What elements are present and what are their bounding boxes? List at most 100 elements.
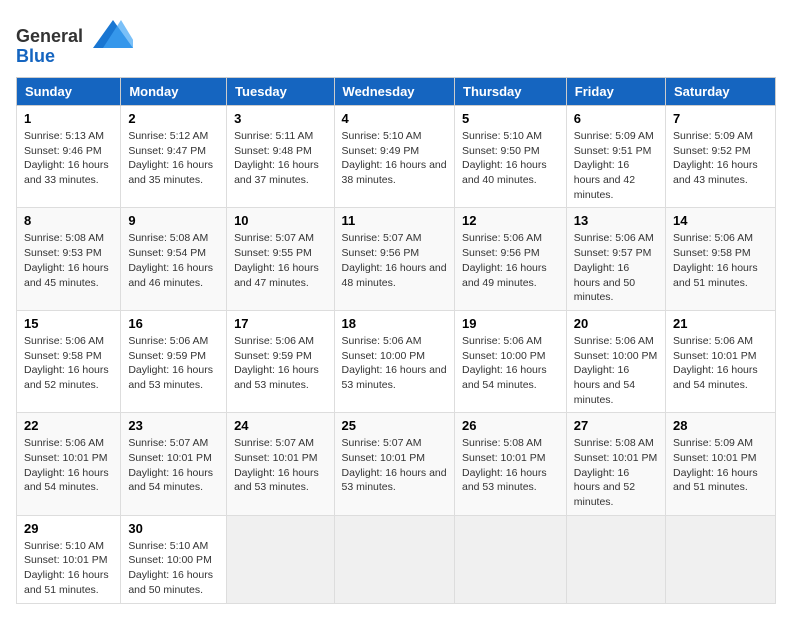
day-number: 6	[574, 111, 658, 126]
table-row: 2 Sunrise: 5:12 AM Sunset: 9:47 PM Dayli…	[121, 106, 227, 208]
day-number: 24	[234, 418, 326, 433]
table-row: 7 Sunrise: 5:09 AM Sunset: 9:52 PM Dayli…	[666, 106, 776, 208]
table-row: 5 Sunrise: 5:10 AM Sunset: 9:50 PM Dayli…	[455, 106, 567, 208]
table-row	[227, 515, 334, 603]
day-number: 26	[462, 418, 559, 433]
calendar-table: Sunday Monday Tuesday Wednesday Thursday…	[16, 77, 776, 604]
day-number: 30	[128, 521, 219, 536]
day-detail: Sunrise: 5:09 AM Sunset: 10:01 PM Daylig…	[673, 436, 768, 495]
calendar-week-row: 8 Sunrise: 5:08 AM Sunset: 9:53 PM Dayli…	[17, 208, 776, 310]
day-detail: Sunrise: 5:06 AM Sunset: 10:01 PM Daylig…	[673, 334, 768, 393]
header-friday: Friday	[566, 78, 665, 106]
table-row: 6 Sunrise: 5:09 AM Sunset: 9:51 PM Dayli…	[566, 106, 665, 208]
table-row: 9 Sunrise: 5:08 AM Sunset: 9:54 PM Dayli…	[121, 208, 227, 310]
table-row: 18 Sunrise: 5:06 AM Sunset: 10:00 PM Day…	[334, 310, 454, 412]
logo-icon	[83, 16, 133, 56]
day-detail: Sunrise: 5:07 AM Sunset: 10:01 PM Daylig…	[128, 436, 219, 495]
calendar-week-row: 22 Sunrise: 5:06 AM Sunset: 10:01 PM Day…	[17, 413, 776, 515]
table-row: 24 Sunrise: 5:07 AM Sunset: 10:01 PM Day…	[227, 413, 334, 515]
day-number: 28	[673, 418, 768, 433]
day-number: 20	[574, 316, 658, 331]
day-detail: Sunrise: 5:07 AM Sunset: 10:01 PM Daylig…	[342, 436, 447, 495]
day-detail: Sunrise: 5:07 AM Sunset: 10:01 PM Daylig…	[234, 436, 326, 495]
day-number: 7	[673, 111, 768, 126]
day-number: 9	[128, 213, 219, 228]
header-thursday: Thursday	[455, 78, 567, 106]
day-detail: Sunrise: 5:06 AM Sunset: 10:00 PM Daylig…	[574, 334, 658, 407]
table-row: 13 Sunrise: 5:06 AM Sunset: 9:57 PM Dayl…	[566, 208, 665, 310]
day-detail: Sunrise: 5:08 AM Sunset: 9:53 PM Dayligh…	[24, 231, 113, 290]
table-row: 12 Sunrise: 5:06 AM Sunset: 9:56 PM Dayl…	[455, 208, 567, 310]
table-row: 16 Sunrise: 5:06 AM Sunset: 9:59 PM Dayl…	[121, 310, 227, 412]
table-row: 23 Sunrise: 5:07 AM Sunset: 10:01 PM Day…	[121, 413, 227, 515]
table-row: 15 Sunrise: 5:06 AM Sunset: 9:58 PM Dayl…	[17, 310, 121, 412]
header-sunday: Sunday	[17, 78, 121, 106]
day-detail: Sunrise: 5:09 AM Sunset: 9:52 PM Dayligh…	[673, 129, 768, 188]
day-detail: Sunrise: 5:06 AM Sunset: 10:01 PM Daylig…	[24, 436, 113, 495]
day-detail: Sunrise: 5:10 AM Sunset: 9:49 PM Dayligh…	[342, 129, 447, 188]
day-number: 13	[574, 213, 658, 228]
table-row	[566, 515, 665, 603]
day-number: 27	[574, 418, 658, 433]
day-detail: Sunrise: 5:13 AM Sunset: 9:46 PM Dayligh…	[24, 129, 113, 188]
day-detail: Sunrise: 5:08 AM Sunset: 10:01 PM Daylig…	[462, 436, 559, 495]
day-detail: Sunrise: 5:09 AM Sunset: 9:51 PM Dayligh…	[574, 129, 658, 202]
table-row: 14 Sunrise: 5:06 AM Sunset: 9:58 PM Dayl…	[666, 208, 776, 310]
day-number: 10	[234, 213, 326, 228]
weekday-header-row: Sunday Monday Tuesday Wednesday Thursday…	[17, 78, 776, 106]
logo-blue-text: Blue	[16, 46, 55, 67]
day-detail: Sunrise: 5:08 AM Sunset: 9:54 PM Dayligh…	[128, 231, 219, 290]
header-tuesday: Tuesday	[227, 78, 334, 106]
day-detail: Sunrise: 5:10 AM Sunset: 10:01 PM Daylig…	[24, 539, 113, 598]
logo: General Blue	[16, 16, 133, 67]
day-detail: Sunrise: 5:06 AM Sunset: 9:58 PM Dayligh…	[673, 231, 768, 290]
day-number: 25	[342, 418, 447, 433]
calendar-week-row: 15 Sunrise: 5:06 AM Sunset: 9:58 PM Dayl…	[17, 310, 776, 412]
day-number: 11	[342, 213, 447, 228]
day-number: 15	[24, 316, 113, 331]
day-detail: Sunrise: 5:06 AM Sunset: 9:58 PM Dayligh…	[24, 334, 113, 393]
table-row: 4 Sunrise: 5:10 AM Sunset: 9:49 PM Dayli…	[334, 106, 454, 208]
day-detail: Sunrise: 5:10 AM Sunset: 9:50 PM Dayligh…	[462, 129, 559, 188]
day-number: 3	[234, 111, 326, 126]
table-row: 27 Sunrise: 5:08 AM Sunset: 10:01 PM Day…	[566, 413, 665, 515]
table-row: 11 Sunrise: 5:07 AM Sunset: 9:56 PM Dayl…	[334, 208, 454, 310]
table-row: 17 Sunrise: 5:06 AM Sunset: 9:59 PM Dayl…	[227, 310, 334, 412]
day-detail: Sunrise: 5:08 AM Sunset: 10:01 PM Daylig…	[574, 436, 658, 509]
day-number: 1	[24, 111, 113, 126]
day-number: 21	[673, 316, 768, 331]
day-detail: Sunrise: 5:07 AM Sunset: 9:55 PM Dayligh…	[234, 231, 326, 290]
day-detail: Sunrise: 5:06 AM Sunset: 9:59 PM Dayligh…	[128, 334, 219, 393]
table-row: 29 Sunrise: 5:10 AM Sunset: 10:01 PM Day…	[17, 515, 121, 603]
header-wednesday: Wednesday	[334, 78, 454, 106]
table-row: 8 Sunrise: 5:08 AM Sunset: 9:53 PM Dayli…	[17, 208, 121, 310]
table-row	[334, 515, 454, 603]
table-row: 22 Sunrise: 5:06 AM Sunset: 10:01 PM Day…	[17, 413, 121, 515]
day-number: 2	[128, 111, 219, 126]
day-number: 4	[342, 111, 447, 126]
calendar-week-row: 29 Sunrise: 5:10 AM Sunset: 10:01 PM Day…	[17, 515, 776, 603]
day-number: 29	[24, 521, 113, 536]
table-row: 10 Sunrise: 5:07 AM Sunset: 9:55 PM Dayl…	[227, 208, 334, 310]
day-number: 5	[462, 111, 559, 126]
day-number: 22	[24, 418, 113, 433]
day-detail: Sunrise: 5:06 AM Sunset: 9:57 PM Dayligh…	[574, 231, 658, 304]
day-number: 18	[342, 316, 447, 331]
header-monday: Monday	[121, 78, 227, 106]
table-row	[666, 515, 776, 603]
table-row: 19 Sunrise: 5:06 AM Sunset: 10:00 PM Day…	[455, 310, 567, 412]
table-row: 3 Sunrise: 5:11 AM Sunset: 9:48 PM Dayli…	[227, 106, 334, 208]
table-row: 30 Sunrise: 5:10 AM Sunset: 10:00 PM Day…	[121, 515, 227, 603]
day-detail: Sunrise: 5:07 AM Sunset: 9:56 PM Dayligh…	[342, 231, 447, 290]
day-number: 14	[673, 213, 768, 228]
day-number: 12	[462, 213, 559, 228]
day-detail: Sunrise: 5:12 AM Sunset: 9:47 PM Dayligh…	[128, 129, 219, 188]
table-row: 26 Sunrise: 5:08 AM Sunset: 10:01 PM Day…	[455, 413, 567, 515]
day-detail: Sunrise: 5:06 AM Sunset: 9:56 PM Dayligh…	[462, 231, 559, 290]
day-number: 8	[24, 213, 113, 228]
day-number: 17	[234, 316, 326, 331]
day-number: 19	[462, 316, 559, 331]
table-row	[455, 515, 567, 603]
day-detail: Sunrise: 5:11 AM Sunset: 9:48 PM Dayligh…	[234, 129, 326, 188]
calendar-week-row: 1 Sunrise: 5:13 AM Sunset: 9:46 PM Dayli…	[17, 106, 776, 208]
